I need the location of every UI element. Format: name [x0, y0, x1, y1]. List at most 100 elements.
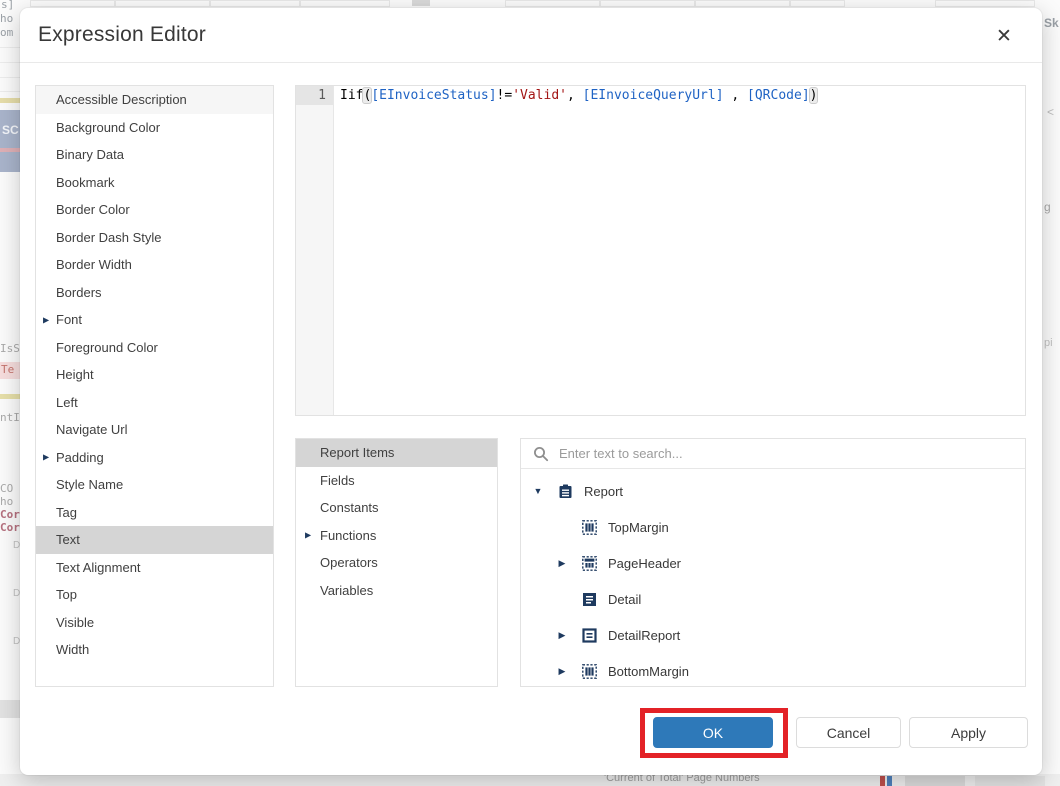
property-item-tag[interactable]: Tag [36, 499, 273, 527]
property-item-visible[interactable]: Visible [36, 609, 273, 637]
search-box[interactable] [521, 439, 1025, 469]
background-fragment-block [115, 0, 210, 7]
ok-button[interactable]: OK [653, 717, 773, 748]
property-item-bookmark[interactable]: Bookmark [36, 169, 273, 197]
property-item-font[interactable]: ▶Font [36, 306, 273, 334]
close-icon[interactable]: ✕ [990, 22, 1018, 50]
background-fragment-block [905, 776, 965, 786]
search-input[interactable] [559, 446, 1015, 461]
tree-node-bottommargin[interactable]: ▶BottomMargin [521, 653, 1025, 689]
expand-arrow-icon[interactable]: ▶ [555, 666, 569, 677]
property-item-left[interactable]: Left [36, 389, 273, 417]
screen: s]hoomSCIsSTentICOhoCorCorDDDSk<gpi'Curr… [0, 0, 1060, 786]
background-fragment-text: ho [0, 496, 13, 508]
report-icon [558, 484, 573, 499]
background-fragment-block [412, 0, 430, 6]
code-token-field: [EInvoiceQueryUrl] [583, 88, 724, 103]
properties-list: Accessible Description Background ColorBi… [35, 85, 274, 687]
tree-node-detail[interactable]: Detail [521, 581, 1025, 617]
tree-node-topmargin[interactable]: TopMargin [521, 509, 1025, 545]
margin-band-icon [582, 520, 597, 535]
background-fragment-text: Sk [1044, 17, 1059, 30]
background-fragment-text: ntI [0, 412, 20, 424]
background-fragment-block [880, 776, 885, 786]
code-token-bracket: ) [810, 88, 818, 103]
category-label: Constants [296, 500, 379, 515]
expression-editor-dialog: Expression Editor ✕ Accessible Descripti… [20, 8, 1042, 775]
tree-node-pageheader[interactable]: ▶ PageHeader [521, 545, 1025, 581]
category-item-functions[interactable]: ▶Functions [296, 522, 497, 550]
cancel-button[interactable]: Cancel [796, 717, 901, 748]
code-token-plain: , [724, 88, 747, 103]
category-item-operators[interactable]: Operators [296, 549, 497, 577]
property-label: Accessible Description [36, 92, 187, 107]
background-fragment-block [300, 0, 390, 7]
property-item-navigate-url[interactable]: Navigate Url [36, 416, 273, 444]
property-item-background-color[interactable]: Background Color [36, 114, 273, 142]
background-fragment-text: Cor [0, 509, 20, 521]
detail-band-icon [582, 592, 597, 607]
expand-arrow-icon[interactable]: ▶ [43, 315, 49, 324]
collapse-arrow-icon[interactable]: ▼ [531, 486, 545, 496]
detail-report-icon [582, 628, 597, 643]
property-label: Height [36, 367, 94, 382]
code-token-string: 'Valid' [512, 88, 567, 103]
property-item-border-dash-style[interactable]: Border Dash Style [36, 224, 273, 252]
background-fragment-block [695, 0, 790, 7]
line-number: 1 [296, 86, 333, 105]
background-fragment-block [935, 0, 1035, 7]
category-item-variables[interactable]: Variables [296, 577, 497, 605]
property-item-border-width[interactable]: Border Width [36, 251, 273, 279]
expand-arrow-icon[interactable]: ▶ [305, 531, 311, 540]
editor-text-area[interactable]: Iif([EInvoiceStatus]!='Valid', [EInvoice… [334, 86, 1025, 415]
background-fragment-text: om [0, 27, 13, 39]
expression-code-editor[interactable]: 1 Iif([EInvoiceStatus]!='Valid', [EInvoi… [295, 85, 1026, 416]
property-item-accessible-description[interactable]: Accessible Description [36, 86, 273, 114]
expand-arrow-icon[interactable]: ▶ [555, 558, 569, 569]
background-fragment-block [887, 776, 892, 786]
property-item-width[interactable]: Width [36, 636, 273, 664]
background-fragment-block [0, 98, 22, 103]
property-item-height[interactable]: Height [36, 361, 273, 389]
tree-node-label: Report [584, 484, 623, 499]
property-item-text-alignment[interactable]: Text Alignment [36, 554, 273, 582]
expand-arrow-icon[interactable]: ▶ [43, 453, 49, 462]
property-item-style-name[interactable]: Style Name [36, 471, 273, 499]
property-item-foreground-color[interactable]: Foreground Color [36, 334, 273, 362]
property-item-top[interactable]: Top [36, 581, 273, 609]
code-token-plain: , [567, 88, 583, 103]
property-label: Bookmark [36, 175, 115, 190]
tree-node-label: PageHeader [608, 556, 681, 571]
property-label: Text Alignment [36, 560, 141, 575]
tree-node-report[interactable]: ▼ Report [521, 473, 1025, 509]
property-label: Navigate Url [36, 422, 128, 437]
property-item-text[interactable]: Text [36, 526, 273, 554]
property-item-borders[interactable]: Borders [36, 279, 273, 307]
category-item-constants[interactable]: Constants [296, 494, 497, 522]
background-fragment-text: pi [1044, 337, 1053, 349]
expand-arrow-icon[interactable]: ▶ [555, 630, 569, 641]
background-fragment-text: SC [2, 124, 19, 137]
header-band-icon [582, 556, 597, 571]
category-item-report-items[interactable]: Report Items [296, 439, 497, 467]
property-label: Border Color [36, 202, 130, 217]
background-fragment-block [0, 394, 22, 399]
background-fragment-block [210, 0, 300, 7]
tree-node-label: DetailReport [608, 628, 680, 643]
margin-band-icon [582, 664, 597, 679]
code-token-plain: Iif [340, 88, 363, 103]
background-fragment-block [0, 700, 20, 718]
property-item-padding[interactable]: ▶Padding [36, 444, 273, 472]
header-divider [20, 62, 1042, 63]
code-token-plain: != [497, 88, 513, 103]
property-label: Top [36, 587, 77, 602]
property-label: Visible [36, 615, 94, 630]
apply-button[interactable]: Apply [909, 717, 1028, 748]
report-items-tree: ▼ Report TopMargin ▶ PageHeader Detail ▶ Detail… [521, 469, 1025, 689]
category-item-fields[interactable]: Fields [296, 467, 497, 495]
background-fragment-text: Cor [0, 522, 20, 534]
property-item-border-color[interactable]: Border Color [36, 196, 273, 224]
tree-node-detailreport[interactable]: ▶ DetailReport [521, 617, 1025, 653]
property-item-binary-data[interactable]: Binary Data [36, 141, 273, 169]
dialog-title: Expression Editor [38, 23, 206, 47]
